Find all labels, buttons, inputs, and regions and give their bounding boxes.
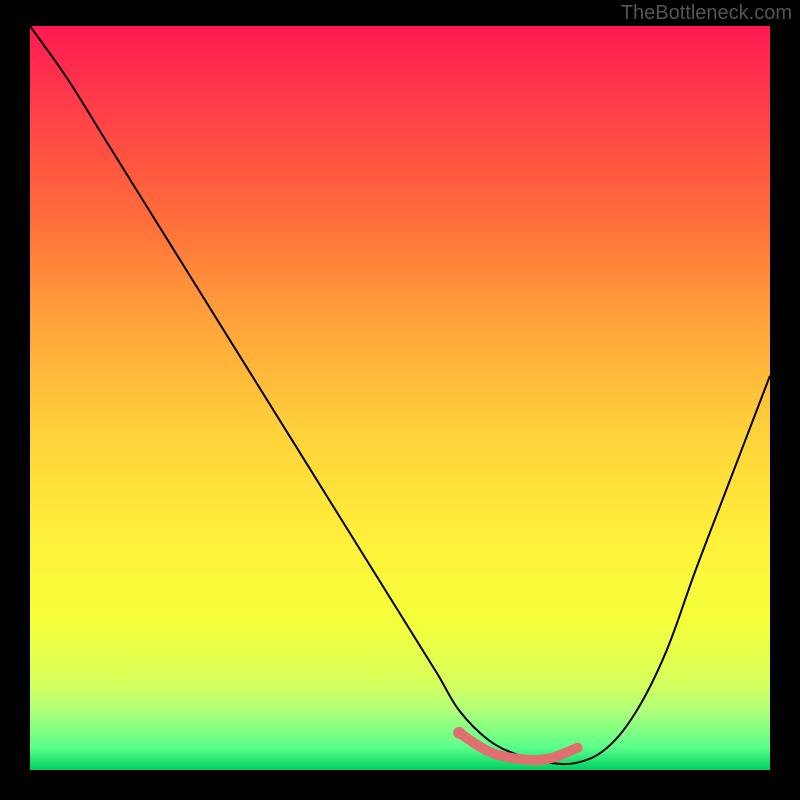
bottleneck-curve — [30, 26, 770, 764]
chart-svg — [30, 26, 770, 770]
optimal-accent-segment — [459, 733, 577, 760]
watermark-text: TheBottleneck.com — [621, 2, 792, 25]
optimal-start-dot — [453, 727, 465, 739]
chart-plot-area — [30, 26, 770, 770]
